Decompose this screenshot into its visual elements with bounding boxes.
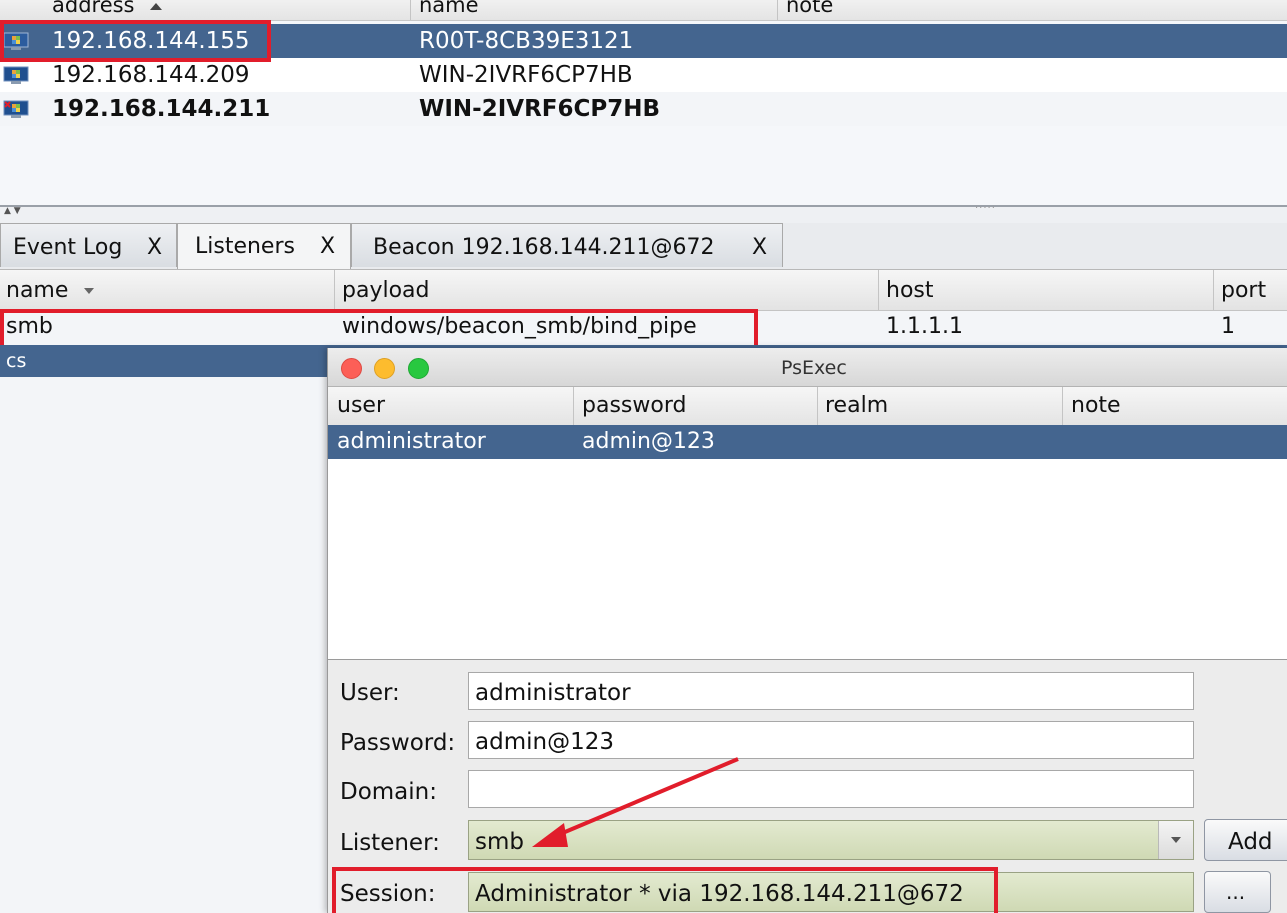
column-realm[interactable]: realm: [825, 395, 888, 417]
column-address[interactable]: address: [52, 0, 163, 16]
psexec-dialog: PsExec user password realm note administ…: [327, 348, 1287, 913]
target-row[interactable]: 192.168.144.211 WIN-2IVRF6CP7HB: [0, 92, 1287, 126]
sort-descending-icon: [84, 288, 95, 294]
column-note[interactable]: note: [786, 0, 833, 16]
annotation-arrow-icon: [532, 757, 739, 847]
target-name: WIN-2IVRF6CP7HB: [419, 62, 633, 88]
column-payload[interactable]: payload: [342, 280, 429, 302]
collapse-arrows-icon[interactable]: ▲ ▼: [4, 206, 21, 216]
splitter-grip-icon[interactable]: ·····: [975, 203, 996, 214]
credential-row[interactable]: administrator admin@123: [328, 425, 1287, 459]
listener-label: Listener:: [340, 830, 440, 856]
target-name: R00T-8CB39E3121: [419, 28, 634, 54]
targets-header: address name note: [0, 0, 1287, 21]
listener-host: 1.1.1.1: [886, 314, 963, 339]
minimize-window-button[interactable]: [374, 358, 395, 379]
tab-event-log[interactable]: Event Log X: [0, 223, 177, 267]
column-note[interactable]: note: [1071, 395, 1121, 417]
tab-beacon[interactable]: Beacon 192.168.144.211@672 X: [351, 223, 783, 267]
user-label: User:: [340, 680, 400, 706]
dialog-title: PsExec: [781, 357, 847, 379]
credential-user: administrator: [337, 429, 486, 454]
compromised-host-icon: [3, 100, 29, 118]
target-name: WIN-2IVRF6CP7HB: [419, 96, 661, 122]
close-tab-icon[interactable]: X: [752, 235, 767, 260]
targets-table: address name note 192.168.144.155 R00T-8…: [0, 0, 1287, 205]
windows-host-icon: [3, 66, 29, 84]
listeners-header: name payload host port: [0, 270, 1287, 311]
tab-bar: Event Log X Listeners X Beacon 192.168.1…: [0, 223, 1287, 270]
chevron-down-icon[interactable]: [1158, 821, 1193, 859]
user-field[interactable]: administrator: [468, 672, 1194, 710]
credentials-empty-area: [328, 459, 1287, 660]
domain-label: Domain:: [340, 779, 437, 805]
column-user[interactable]: user: [337, 395, 385, 417]
zoom-window-button[interactable]: [408, 358, 429, 379]
credential-password: admin@123: [582, 429, 715, 454]
target-row[interactable]: 192.168.144.209 WIN-2IVRF6CP7HB: [0, 58, 1287, 92]
column-name[interactable]: name: [6, 280, 95, 302]
highlight-box: [332, 867, 998, 913]
sort-ascending-icon: [150, 3, 163, 10]
dialog-titlebar[interactable]: PsExec: [328, 348, 1287, 387]
session-browse-button[interactable]: ...: [1204, 871, 1271, 913]
target-address: 192.168.144.209: [52, 62, 250, 88]
password-label: Password:: [340, 730, 456, 756]
column-port[interactable]: port: [1221, 280, 1266, 302]
column-host[interactable]: host: [886, 280, 934, 302]
close-window-button[interactable]: [341, 358, 362, 379]
column-password[interactable]: password: [582, 395, 686, 417]
highlight-box: [0, 20, 271, 62]
tab-listeners[interactable]: Listeners X: [177, 223, 351, 269]
listener-name: cs: [6, 350, 27, 372]
column-name[interactable]: name: [419, 0, 479, 16]
add-button[interactable]: Add: [1204, 819, 1287, 861]
listener-port: 1: [1221, 314, 1235, 339]
close-tab-icon[interactable]: X: [320, 234, 335, 259]
target-address: 192.168.144.211: [52, 96, 271, 122]
highlight-box: [0, 309, 758, 349]
credentials-header: user password realm note: [328, 387, 1287, 426]
close-tab-icon[interactable]: X: [147, 235, 162, 260]
